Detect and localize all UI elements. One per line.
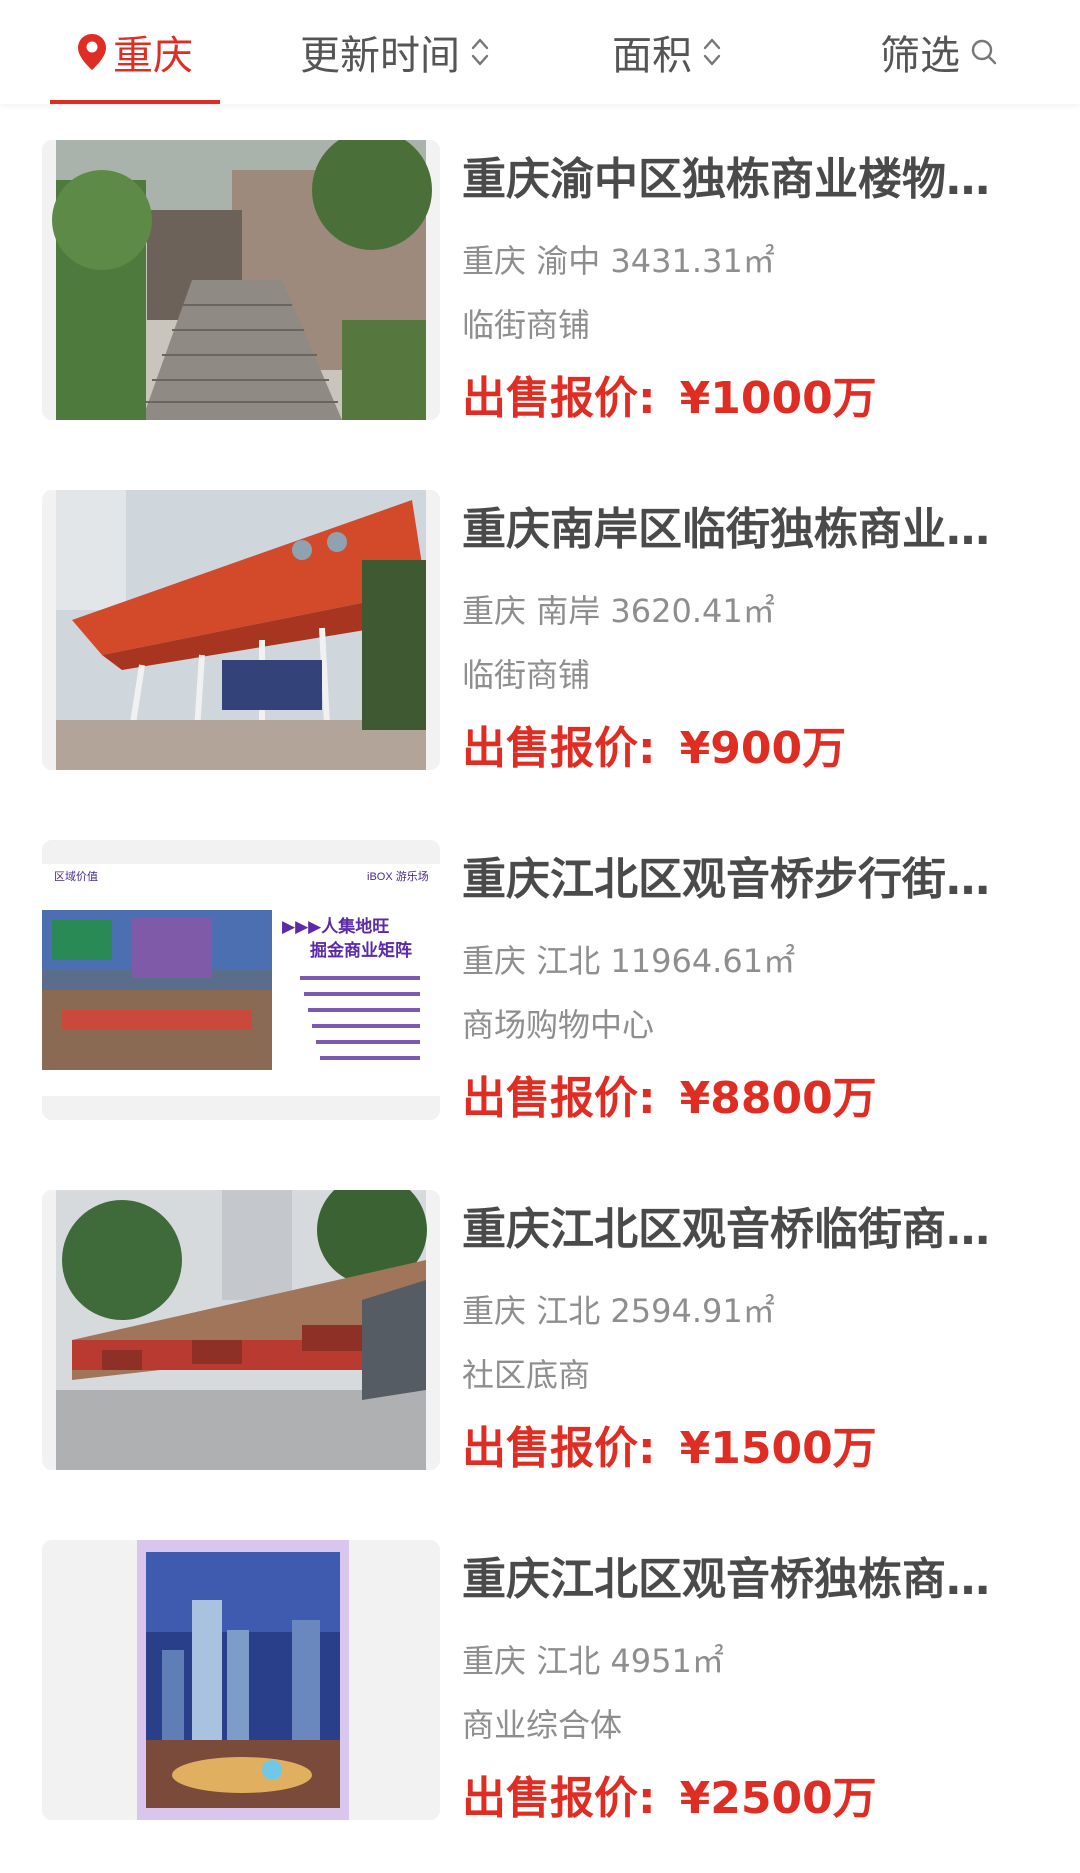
listing-price: 出售报价: ¥1000万 [462,362,877,426]
price-label: 出售报价: [462,1073,656,1124]
listing-image[interactable] [42,1540,440,1820]
price-amount: ¥8800万 [679,1073,877,1124]
listing-image[interactable] [42,140,440,420]
sort-icon [703,38,721,66]
listing-area: 2594.91㎡ [610,1292,775,1330]
listing-item[interactable]: 区域价值 iBOX 游乐场 ▶▶▶人集地旺 掘金商业矩阵 重庆江北区观音桥步行街… [0,840,1080,1124]
listing-type: 商场购物中心 [462,1006,655,1044]
tab-update-time[interactable]: 更新时间 [300,0,490,104]
listing-price: 出售报价: ¥1500万 [462,1412,877,1476]
listing-district: 渝中 [536,242,601,280]
filter-bar: 重庆 更新时间 面积 筛选 [0,0,1080,104]
listing-city: 重庆 [462,592,527,630]
price-amount: ¥2500万 [679,1773,877,1824]
price-amount: ¥900万 [679,723,847,774]
listing-district: 江北 [536,1642,601,1680]
tab-city[interactable]: 重庆 [50,0,220,104]
listing-area: 4951㎡ [610,1642,724,1680]
listing-price: 出售报价: ¥8800万 [462,1062,877,1126]
price-label: 出售报价: [462,1773,656,1824]
tab-filter[interactable]: 筛选 [880,0,998,104]
listing-title[interactable]: 重庆南岸区临街独栋商业… [462,502,1002,558]
city-night-rendering [42,1540,440,1820]
price-label: 出售报价: [462,723,656,774]
listing-image[interactable] [42,490,440,770]
listing-item[interactable]: 重庆江北区观音桥独栋商… 重庆 江北 4951㎡ 商业综合体 出售报价: ¥250… [0,1540,1080,1824]
listing-area: 11964.61㎡ [610,942,796,980]
listing-area: 3431.31㎡ [610,242,775,280]
listing-type: 临街商铺 [462,656,591,694]
listing-location: 重庆 江北 2594.91㎡ [462,1286,775,1332]
listing-type: 临街商铺 [462,306,591,344]
listing-location: 重庆 渝中 3431.31㎡ [462,236,775,282]
listing-location: 重庆 江北 4951㎡ [462,1636,724,1682]
stairs-building-photo [42,140,440,420]
price-label: 出售报价: [462,373,656,424]
listing-location: 重庆 南岸 3620.41㎡ [462,586,775,632]
listing-location: 重庆 江北 11964.61㎡ [462,936,795,982]
listing-city: 重庆 [462,1292,527,1330]
brochure-tag: 区域价值 [54,870,98,883]
listing-price: 出售报价: ¥2500万 [462,1762,877,1826]
listing-city: 重庆 [462,942,527,980]
listing-image[interactable]: 区域价值 iBOX 游乐场 ▶▶▶人集地旺 掘金商业矩阵 [42,840,440,1120]
listing-title[interactable]: 重庆江北区观音桥步行街… [462,852,1002,908]
tab-filter-label: 筛选 [880,33,960,79]
active-tab-underline [50,100,220,104]
sort-icon [471,38,489,66]
tab-area[interactable]: 面积 [612,0,722,104]
listing-price: 出售报价: ¥900万 [462,712,846,776]
listing-area: 3620.41㎡ [610,592,775,630]
listing-district: 江北 [536,942,601,980]
listing-type: 商业综合体 [462,1706,623,1744]
search-icon [971,39,997,65]
listing-item[interactable]: 重庆渝中区独栋商业楼物… 重庆 渝中 3431.31㎡ 临街商铺 出售报价: ¥1… [0,140,1080,424]
listing-type: 社区底商 [462,1356,591,1394]
listing-item[interactable]: 重庆南岸区临街独栋商业… 重庆 南岸 3620.41㎡ 临街商铺 出售报价: ¥9… [0,490,1080,774]
location-pin-icon [78,34,106,70]
listing-image[interactable] [42,1190,440,1470]
tab-area-label: 面积 [612,33,692,79]
listing-city: 重庆 [462,1642,527,1680]
street-shops-photo [42,1190,440,1470]
brochure-slide: 区域价值 iBOX 游乐场 ▶▶▶人集地旺 掘金商业矩阵 [42,840,440,1120]
red-building-photo [42,490,440,770]
brochure-brand: iBOX 游乐场 [367,869,429,883]
listing-district: 江北 [536,1292,601,1330]
tab-city-label: 重庆 [113,33,193,79]
listing-district: 南岸 [536,592,601,630]
listing-city: 重庆 [462,242,527,280]
price-label: 出售报价: [462,1423,656,1474]
listing-item[interactable]: 重庆江北区观音桥临街商… 重庆 江北 2594.91㎡ 社区底商 出售报价: ¥1… [0,1190,1080,1474]
brochure-headline-1: ▶▶▶人集地旺 [282,916,389,937]
listing-title[interactable]: 重庆渝中区独栋商业楼物… [462,152,1002,208]
listing-title[interactable]: 重庆江北区观音桥独栋商… [462,1552,1002,1608]
price-amount: ¥1000万 [679,373,877,424]
listing-title[interactable]: 重庆江北区观音桥临街商… [462,1202,1002,1258]
brochure-headline-2: 掘金商业矩阵 [310,940,412,961]
price-amount: ¥1500万 [679,1423,877,1474]
tab-update-time-label: 更新时间 [300,33,460,79]
